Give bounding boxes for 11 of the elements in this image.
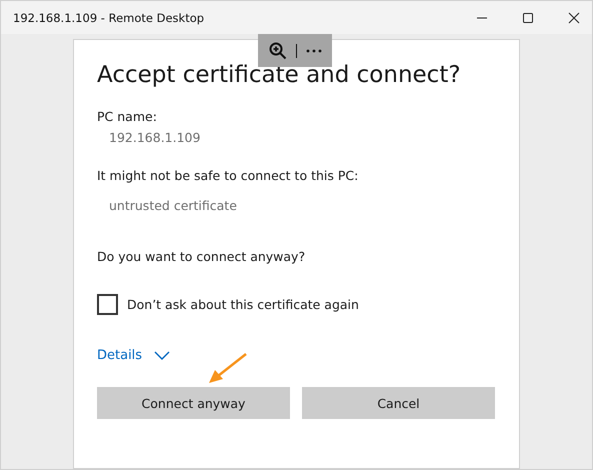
details-link[interactable]: Details (97, 348, 142, 363)
field-label: It might not be safe to connect to this PC: (97, 167, 358, 185)
field-value: 192.168.1.109 (109, 129, 200, 147)
dialog-button[interactable]: Cancel (302, 387, 495, 419)
checkbox-label[interactable]: Don’t ask about this certificate again (127, 297, 359, 312)
window-title: 192.168.1.109 - Remote Desktop (13, 10, 204, 24)
field-label: PC name: (97, 108, 157, 126)
dialog-title: Accept certificate and connect? (97, 61, 461, 90)
question-text: Do you want to connect anyway? (97, 248, 306, 266)
dialog-button[interactable]: Connect anyway (97, 387, 290, 419)
field-value: untrusted certificate (109, 197, 237, 215)
